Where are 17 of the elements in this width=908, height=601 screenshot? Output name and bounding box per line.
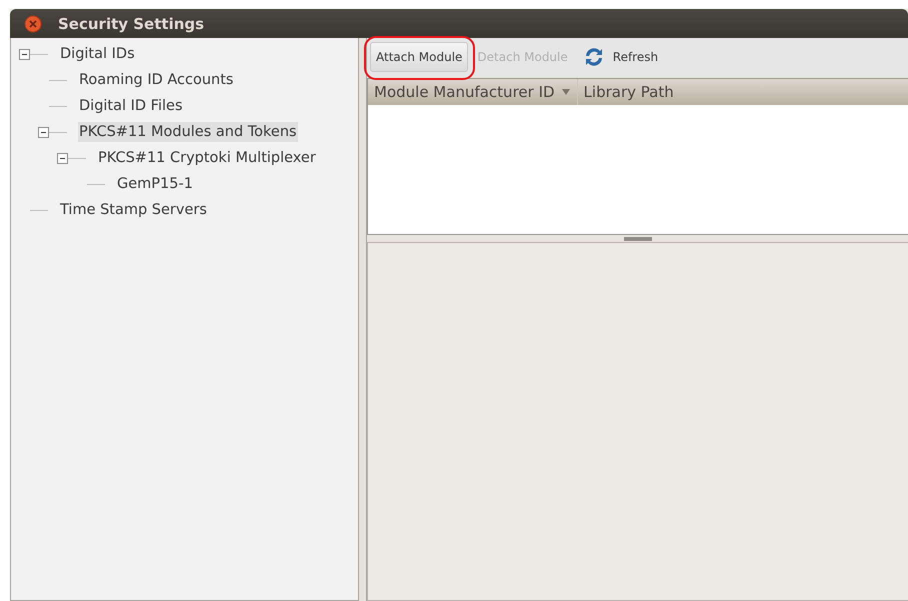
- tree-item[interactable]: Roaming ID Accounts: [78, 70, 234, 90]
- tree-item[interactable]: GemP15-1: [116, 174, 194, 194]
- collapse-icon[interactable]: [19, 48, 30, 60]
- toolbar-button[interactable]: Refresh: [576, 42, 664, 72]
- close-icon[interactable]: [24, 14, 42, 32]
- collapse-icon[interactable]: [38, 126, 49, 138]
- toolbar-button[interactable]: Attach Module: [370, 42, 468, 72]
- collapse-icon[interactable]: [57, 152, 68, 164]
- splitter-handle[interactable]: [359, 38, 367, 601]
- tree-item[interactable]: PKCS#11 Cryptoki Multiplexer: [97, 148, 317, 168]
- tree-item[interactable]: PKCS#11 Modules and Tokens: [78, 122, 298, 142]
- tree-item[interactable]: Digital IDs: [59, 44, 136, 64]
- window-title: Security Settings: [58, 14, 204, 32]
- column-header[interactable]: Library Path: [578, 79, 680, 105]
- tree-item[interactable]: Time Stamp Servers: [59, 200, 208, 220]
- column-header[interactable]: Module Manufacturer ID: [368, 79, 578, 105]
- tree-item[interactable]: Digital ID Files: [78, 96, 184, 116]
